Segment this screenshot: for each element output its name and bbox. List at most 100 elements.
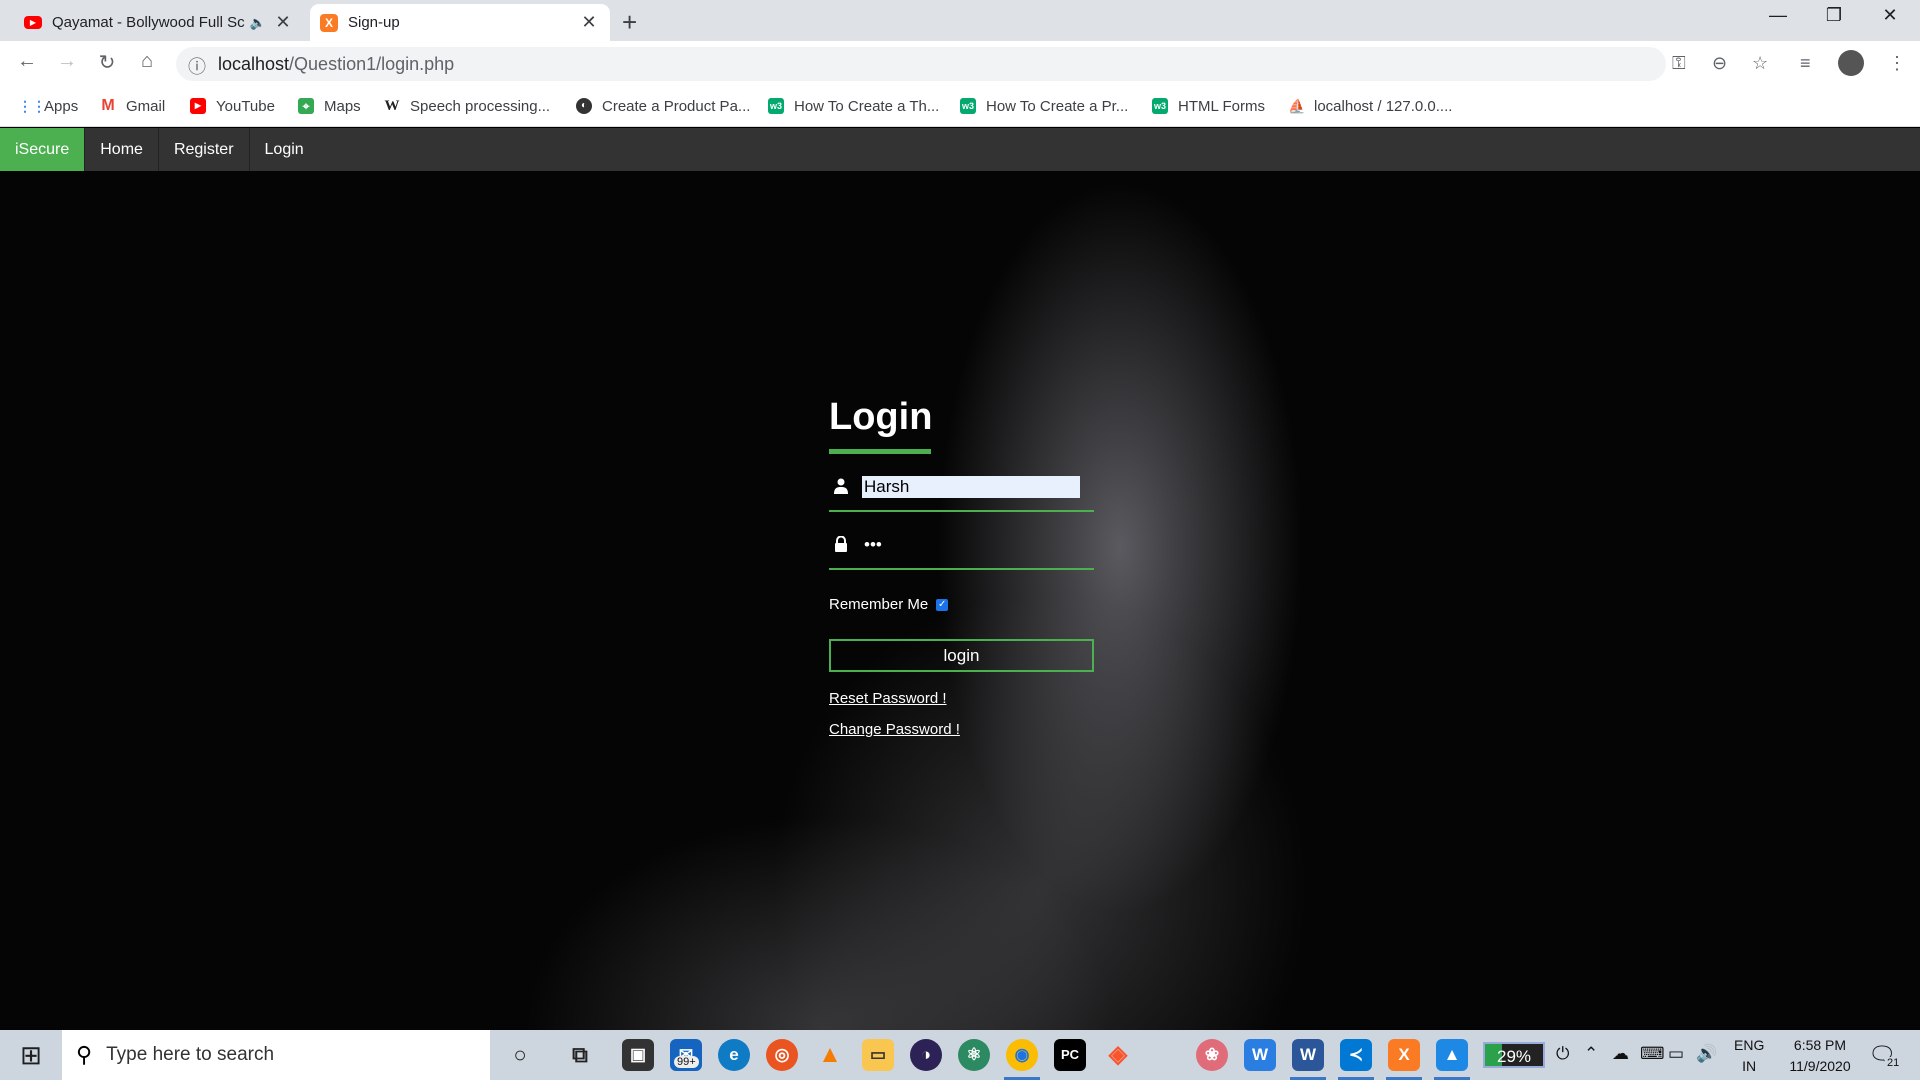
maps-icon: ⌖ — [298, 98, 314, 114]
reset-password-link[interactable]: Reset Password ! — [829, 690, 1094, 707]
clock-time: 6:58 PM — [1793, 1037, 1847, 1053]
reload-icon[interactable]: ↻ — [92, 50, 122, 75]
star-icon[interactable]: ☆ — [1752, 53, 1768, 74]
tab-signup[interactable]: X Sign-up ✕ — [310, 4, 610, 41]
window-close-icon[interactable]: ✕ — [1862, 5, 1918, 26]
eclipse-icon[interactable]: ◑ — [910, 1039, 942, 1071]
store-icon[interactable]: ▣ — [622, 1039, 654, 1071]
minimize-icon[interactable]: — — [1750, 5, 1806, 26]
remember-me: Remember Me ✓ — [829, 596, 1094, 613]
bookmark-label: How To Create a Th... — [794, 97, 940, 115]
battery-percent: 29% — [1496, 1047, 1532, 1066]
info-icon[interactable]: ⓘ — [188, 53, 206, 79]
home-icon[interactable]: ⌂ — [132, 50, 162, 73]
bookmark-label: localhost / 127.0.0.... — [1314, 97, 1453, 115]
zoom-icon[interactable]: ⊖ — [1712, 53, 1727, 74]
taskbar-search[interactable]: ⚲ Type here to search — [62, 1030, 490, 1080]
apps-grid-icon: ⋮⋮ — [18, 98, 46, 114]
windows-app-icon[interactable]: W — [1244, 1039, 1276, 1071]
language-code: ENG — [1734, 1037, 1765, 1053]
bookmark-maps[interactable]: ⌖ Maps — [298, 95, 361, 117]
user-icon — [834, 478, 850, 499]
vscode-icon[interactable]: ≺ — [1340, 1039, 1372, 1071]
pycharm-icon[interactable]: PC — [1054, 1039, 1086, 1071]
bookmark-youtube[interactable]: ▶ YouTube — [190, 95, 275, 117]
password-input[interactable] — [862, 534, 1080, 556]
task-view-icon[interactable]: ⧉ — [564, 1039, 596, 1071]
region-code: IN — [1742, 1058, 1757, 1074]
bookmark-gmail[interactable]: M Gmail — [100, 95, 165, 117]
xampp-icon[interactable]: X — [1388, 1039, 1420, 1071]
battery-tray-icon[interactable]: ▭ — [1668, 1044, 1684, 1064]
password-field — [829, 524, 1094, 570]
tab-youtube[interactable]: ▶ Qayamat - Bollywood Full Sc 🔈 ✕ — [14, 4, 304, 41]
forward-icon[interactable]: → — [52, 50, 82, 73]
edge-icon[interactable]: e — [718, 1039, 750, 1071]
media-control-icon[interactable]: ≡ — [1800, 53, 1811, 74]
system-clock[interactable]: 6:58 PM 11/9/2020 — [1772, 1035, 1868, 1077]
search-placeholder: Type here to search — [106, 1044, 275, 1065]
cortana-icon[interactable]: ○ — [504, 1039, 536, 1071]
login-button[interactable]: login — [829, 639, 1094, 672]
change-password-link[interactable]: Change Password ! — [829, 721, 1094, 738]
username-field — [829, 466, 1094, 512]
brave-icon[interactable]: ◈ — [1102, 1039, 1134, 1071]
remember-checkbox[interactable]: ✓ — [936, 598, 949, 611]
xampp-icon: X — [320, 13, 338, 32]
nav-login[interactable]: Login — [250, 128, 319, 171]
onedrive-icon[interactable]: ☁ — [1612, 1044, 1629, 1064]
vlc-icon[interactable]: ▲ — [814, 1039, 846, 1071]
new-tab-icon[interactable]: + — [622, 7, 637, 38]
ubuntu-icon[interactable]: ◎ — [766, 1039, 798, 1071]
bookmark-label: HTML Forms — [1178, 97, 1265, 115]
url-text[interactable]: localhost/Question1/login.php — [218, 54, 454, 75]
photos-icon[interactable]: ▲ — [1436, 1039, 1468, 1071]
bookmark-howto-1[interactable]: w3 How To Create a Th... — [768, 95, 939, 117]
chevron-up-icon[interactable]: ⌃ — [1584, 1044, 1598, 1064]
title-underline — [829, 449, 931, 454]
nav-brand-isecure[interactable]: iSecure — [0, 128, 86, 171]
volume-icon[interactable]: 🔊 — [1696, 1044, 1717, 1064]
word-icon[interactable]: W — [1292, 1039, 1324, 1071]
tab-title: Sign-up — [348, 14, 400, 31]
windows-start-icon[interactable]: ⊞ — [14, 1040, 48, 1070]
username-input[interactable] — [862, 476, 1080, 498]
bookmark-speech[interactable]: W Speech processing... — [384, 95, 551, 117]
chrome-icon[interactable]: ◉ — [1006, 1039, 1038, 1071]
bookmark-label: Gmail — [126, 97, 166, 115]
youtube-icon: ▶ — [24, 16, 42, 29]
wikipedia-icon: W — [384, 98, 400, 114]
menu-icon[interactable]: ⋮ — [1888, 53, 1906, 74]
site-navbar: iSecure Home Register Login — [0, 128, 1920, 171]
bookmark-html-forms[interactable]: w3 HTML Forms — [1152, 95, 1265, 117]
tab-title: Qayamat - Bollywood Full Sc — [52, 14, 245, 31]
mail-badge: 99+ — [674, 1056, 699, 1068]
w3schools-icon: w3 — [768, 98, 784, 114]
battery-indicator[interactable]: 29% — [1483, 1042, 1545, 1068]
app-pink-icon[interactable]: ❀ — [1196, 1039, 1228, 1071]
atom-icon[interactable]: ⚛ — [958, 1039, 990, 1071]
language-indicator[interactable]: ENG IN — [1734, 1035, 1764, 1077]
back-icon[interactable]: ← — [12, 50, 42, 73]
close-tab-icon[interactable]: ✕ — [272, 12, 294, 33]
bookmark-howto-2[interactable]: w3 How To Create a Pr... — [960, 95, 1128, 117]
w3schools-icon: w3 — [1152, 98, 1168, 114]
bookmark-label: Create a Product Pa... — [602, 97, 751, 115]
network-icon[interactable]: ⌨ — [1640, 1044, 1665, 1064]
bookmark-apps[interactable]: ⋮⋮ Apps — [18, 95, 78, 117]
restore-icon[interactable]: ❐ — [1806, 5, 1862, 26]
file-explorer-icon[interactable]: ▭ — [862, 1039, 894, 1071]
key-icon[interactable]: ⚿ — [1672, 53, 1686, 74]
plug-icon: ⏻ — [1556, 1044, 1570, 1063]
speaker-icon[interactable]: 🔈 — [250, 15, 266, 31]
bookmark-localhost[interactable]: ⛵ localhost / 127.0.0.... — [1288, 95, 1452, 117]
login-title: Login — [829, 396, 933, 438]
profile-avatar[interactable] — [1838, 50, 1864, 76]
nav-home[interactable]: Home — [85, 128, 159, 171]
close-tab-icon[interactable]: ✕ — [578, 12, 600, 33]
bookmark-label: How To Create a Pr... — [986, 97, 1129, 115]
bookmark-label: Apps — [44, 97, 79, 115]
bookmark-product-page[interactable]: ◐ Create a Product Pa... — [576, 95, 750, 117]
nav-register[interactable]: Register — [159, 128, 250, 171]
gmail-icon: M — [101, 97, 115, 114]
